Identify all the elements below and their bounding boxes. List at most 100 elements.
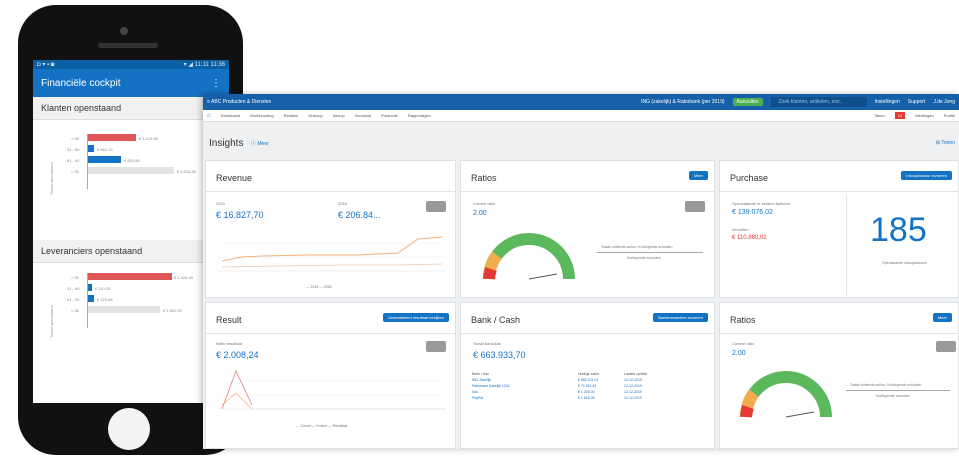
nav-right-item[interactable]: Taken <box>874 113 885 118</box>
last-update: 12-12-2019 <box>624 396 642 400</box>
kpi-label: Netto resultaat <box>216 341 243 346</box>
grid-view-toggle[interactable]: ⊞ Tonen <box>936 140 955 146</box>
divider <box>720 191 958 192</box>
home-icon[interactable]: ⌂ <box>207 113 211 119</box>
earpiece <box>98 43 158 48</box>
kpi-value: € 16.827,70 <box>216 210 264 220</box>
nav-right-item[interactable]: Profiel <box>944 113 955 118</box>
info-link[interactable]: ⓘ Meer <box>251 140 269 147</box>
nav-item[interactable]: Voorraad <box>355 113 371 118</box>
bar-value: € 1.500,00 <box>163 308 182 313</box>
top-bar: ≡ ABC Producten & Diensten ING (zakelijk… <box>203 94 959 110</box>
nav-item[interactable]: Inkoop <box>333 113 345 118</box>
more-vert-icon[interactable]: ⋮ <box>211 78 221 89</box>
chart-y-title: Totaal openstaand <box>49 305 54 338</box>
kpi-value: 2.00 <box>473 210 487 217</box>
phone-status-bar: ◘ ▾ ▪ ◙ ▾ ◢ 11:11 11:36 <box>33 60 229 69</box>
divider <box>846 195 847 295</box>
nav-item[interactable]: Productie <box>381 113 398 118</box>
chart-bar[interactable] <box>88 306 160 313</box>
kpi-value: € 663.933,70 <box>473 350 526 360</box>
nav-right-item[interactable]: Meldingen <box>915 113 933 118</box>
notification-badge[interactable]: 12 <box>894 112 906 119</box>
main-nav: ⌂ Dashboard Boekhouding Relaties Verkoop… <box>203 110 959 122</box>
filter-toggle[interactable] <box>685 201 705 212</box>
nav-item[interactable]: Dashboard <box>221 113 241 118</box>
phone-screen: ◘ ▾ ▪ ◙ ▾ ◢ 11:11 11:36 Financiële cockp… <box>33 60 229 403</box>
page-title: Insights <box>209 138 244 149</box>
revenue-card: Revenue 2019 € 16.827,70 2018 € 206.84..… <box>205 160 456 298</box>
kpi-value: € 2.008,24 <box>216 350 259 360</box>
bar-value: € 110,25 <box>95 286 111 291</box>
kpi-value: 2.00 <box>732 350 746 357</box>
chart-y-title: Totaal openstaand <box>49 162 54 195</box>
kpi-value: € 139.076,02 <box>732 209 773 216</box>
filter-toggle[interactable] <box>426 341 446 352</box>
bar-value: € 4.015,89 <box>177 169 196 174</box>
search-input[interactable]: Zoek klanten, artikelen, enz. <box>770 97 867 107</box>
result-line-chart <box>218 369 446 410</box>
bar-label: 31 - 60 <box>67 286 80 291</box>
kpi-label: Vervallen <box>732 227 749 232</box>
filter-toggle[interactable] <box>936 341 956 352</box>
nav-item[interactable]: Relaties <box>284 113 298 118</box>
revenue-line-chart <box>218 236 446 272</box>
bar-label: < 30 <box>71 308 79 313</box>
bank-table: Bank / Kas Huidige saldo Laatste update … <box>469 371 650 401</box>
enter-bank-transactions-button[interactable]: Banktransacties invoeren <box>653 313 708 322</box>
bar-label: > 90 <box>71 136 79 141</box>
nav-item[interactable]: Rapportages <box>408 113 431 118</box>
phone-app-bar: Financiële cockpit ⋮ <box>33 69 229 97</box>
more-button[interactable]: Meer <box>688 171 708 180</box>
chart-bar[interactable] <box>88 134 136 141</box>
camera <box>120 27 128 35</box>
enter-purchase-invoice-button[interactable]: Inkoopfactuur invoeren <box>901 171 952 180</box>
invoice-count: 185 <box>870 211 927 249</box>
more-button[interactable]: Meer <box>932 313 952 322</box>
card-title: Bank / Cash <box>471 315 521 325</box>
suppliers-chart: Totaal openstaand > 90 € 1.326,48 31 - 6… <box>33 263 229 383</box>
topbar-link[interactable]: Support <box>908 99 926 105</box>
kpi-label: 2019 <box>216 201 225 206</box>
status-icons-left: ◘ ▾ ▪ ◙ <box>37 62 55 68</box>
account-name[interactable]: PayPal <box>469 395 575 401</box>
nav-item[interactable]: Verkoop <box>308 113 323 118</box>
card-title: Ratios <box>471 173 497 183</box>
chart-bar[interactable] <box>88 145 94 152</box>
chart-bar[interactable] <box>88 156 121 163</box>
topbar-link[interactable]: Instellingen <box>875 99 900 105</box>
card-title: Purchase <box>730 173 769 183</box>
topbar-link[interactable]: J.de Jong <box>933 99 955 105</box>
chart-bar[interactable] <box>88 295 94 302</box>
chart-bar[interactable] <box>88 284 92 291</box>
desktop-window: ≡ ABC Producten & Diensten ING (zakelijk… <box>203 94 959 449</box>
card-title: Result <box>216 315 242 325</box>
customers-chart: Totaal openstaand > 90 € 1.213,95 31 - 6… <box>33 120 229 240</box>
topbar-badge-button[interactable]: Aanvullen <box>732 98 763 106</box>
kpi-label: Openstaande te betalen facturen <box>732 201 791 206</box>
balance: € 1.615,35 <box>578 396 595 400</box>
kpi-label: Totaal bank/kas <box>473 341 501 346</box>
divider <box>461 333 714 334</box>
ratio-formula-bottom: Kortlopende schulden <box>627 256 661 260</box>
bank-connection-info: ING (zakelijk) & Rabobank (per 2019) <box>641 99 725 105</box>
chart-bar[interactable] <box>88 273 172 280</box>
ratio-formula-top: Totaal vlottende activa / Kortlopende sc… <box>850 383 922 387</box>
bank-cash-card: Bank / Cash Banktransacties invoeren Tot… <box>460 302 715 449</box>
divider <box>206 191 455 192</box>
divider <box>461 191 714 192</box>
filter-toggle[interactable] <box>426 201 446 212</box>
fraction-line <box>597 252 703 253</box>
table-row[interactable]: PayPal € 1.615,35 12-12-2019 <box>469 395 650 401</box>
detailed-result-button[interactable]: Gedetailleerd resultaat bekijken <box>382 313 449 322</box>
nav-item[interactable]: Boekhouding <box>250 113 273 118</box>
fraction-line <box>846 390 950 391</box>
chart-bar[interactable] <box>88 167 174 174</box>
ratio-formula-bottom: Kortlopende schulden <box>876 394 910 398</box>
company-switcher[interactable]: ≡ ABC Producten & Diensten <box>207 99 271 105</box>
kpi-label: Current ratio <box>473 201 496 206</box>
ratios-card: Ratios Meer Current ratio 2.00 Totaal vl… <box>719 302 959 449</box>
purchase-card: Purchase Inkoopfactuur invoeren Openstaa… <box>719 160 959 298</box>
home-button[interactable] <box>108 408 150 450</box>
result-card: Result Gedetailleerd resultaat bekijken … <box>205 302 456 449</box>
